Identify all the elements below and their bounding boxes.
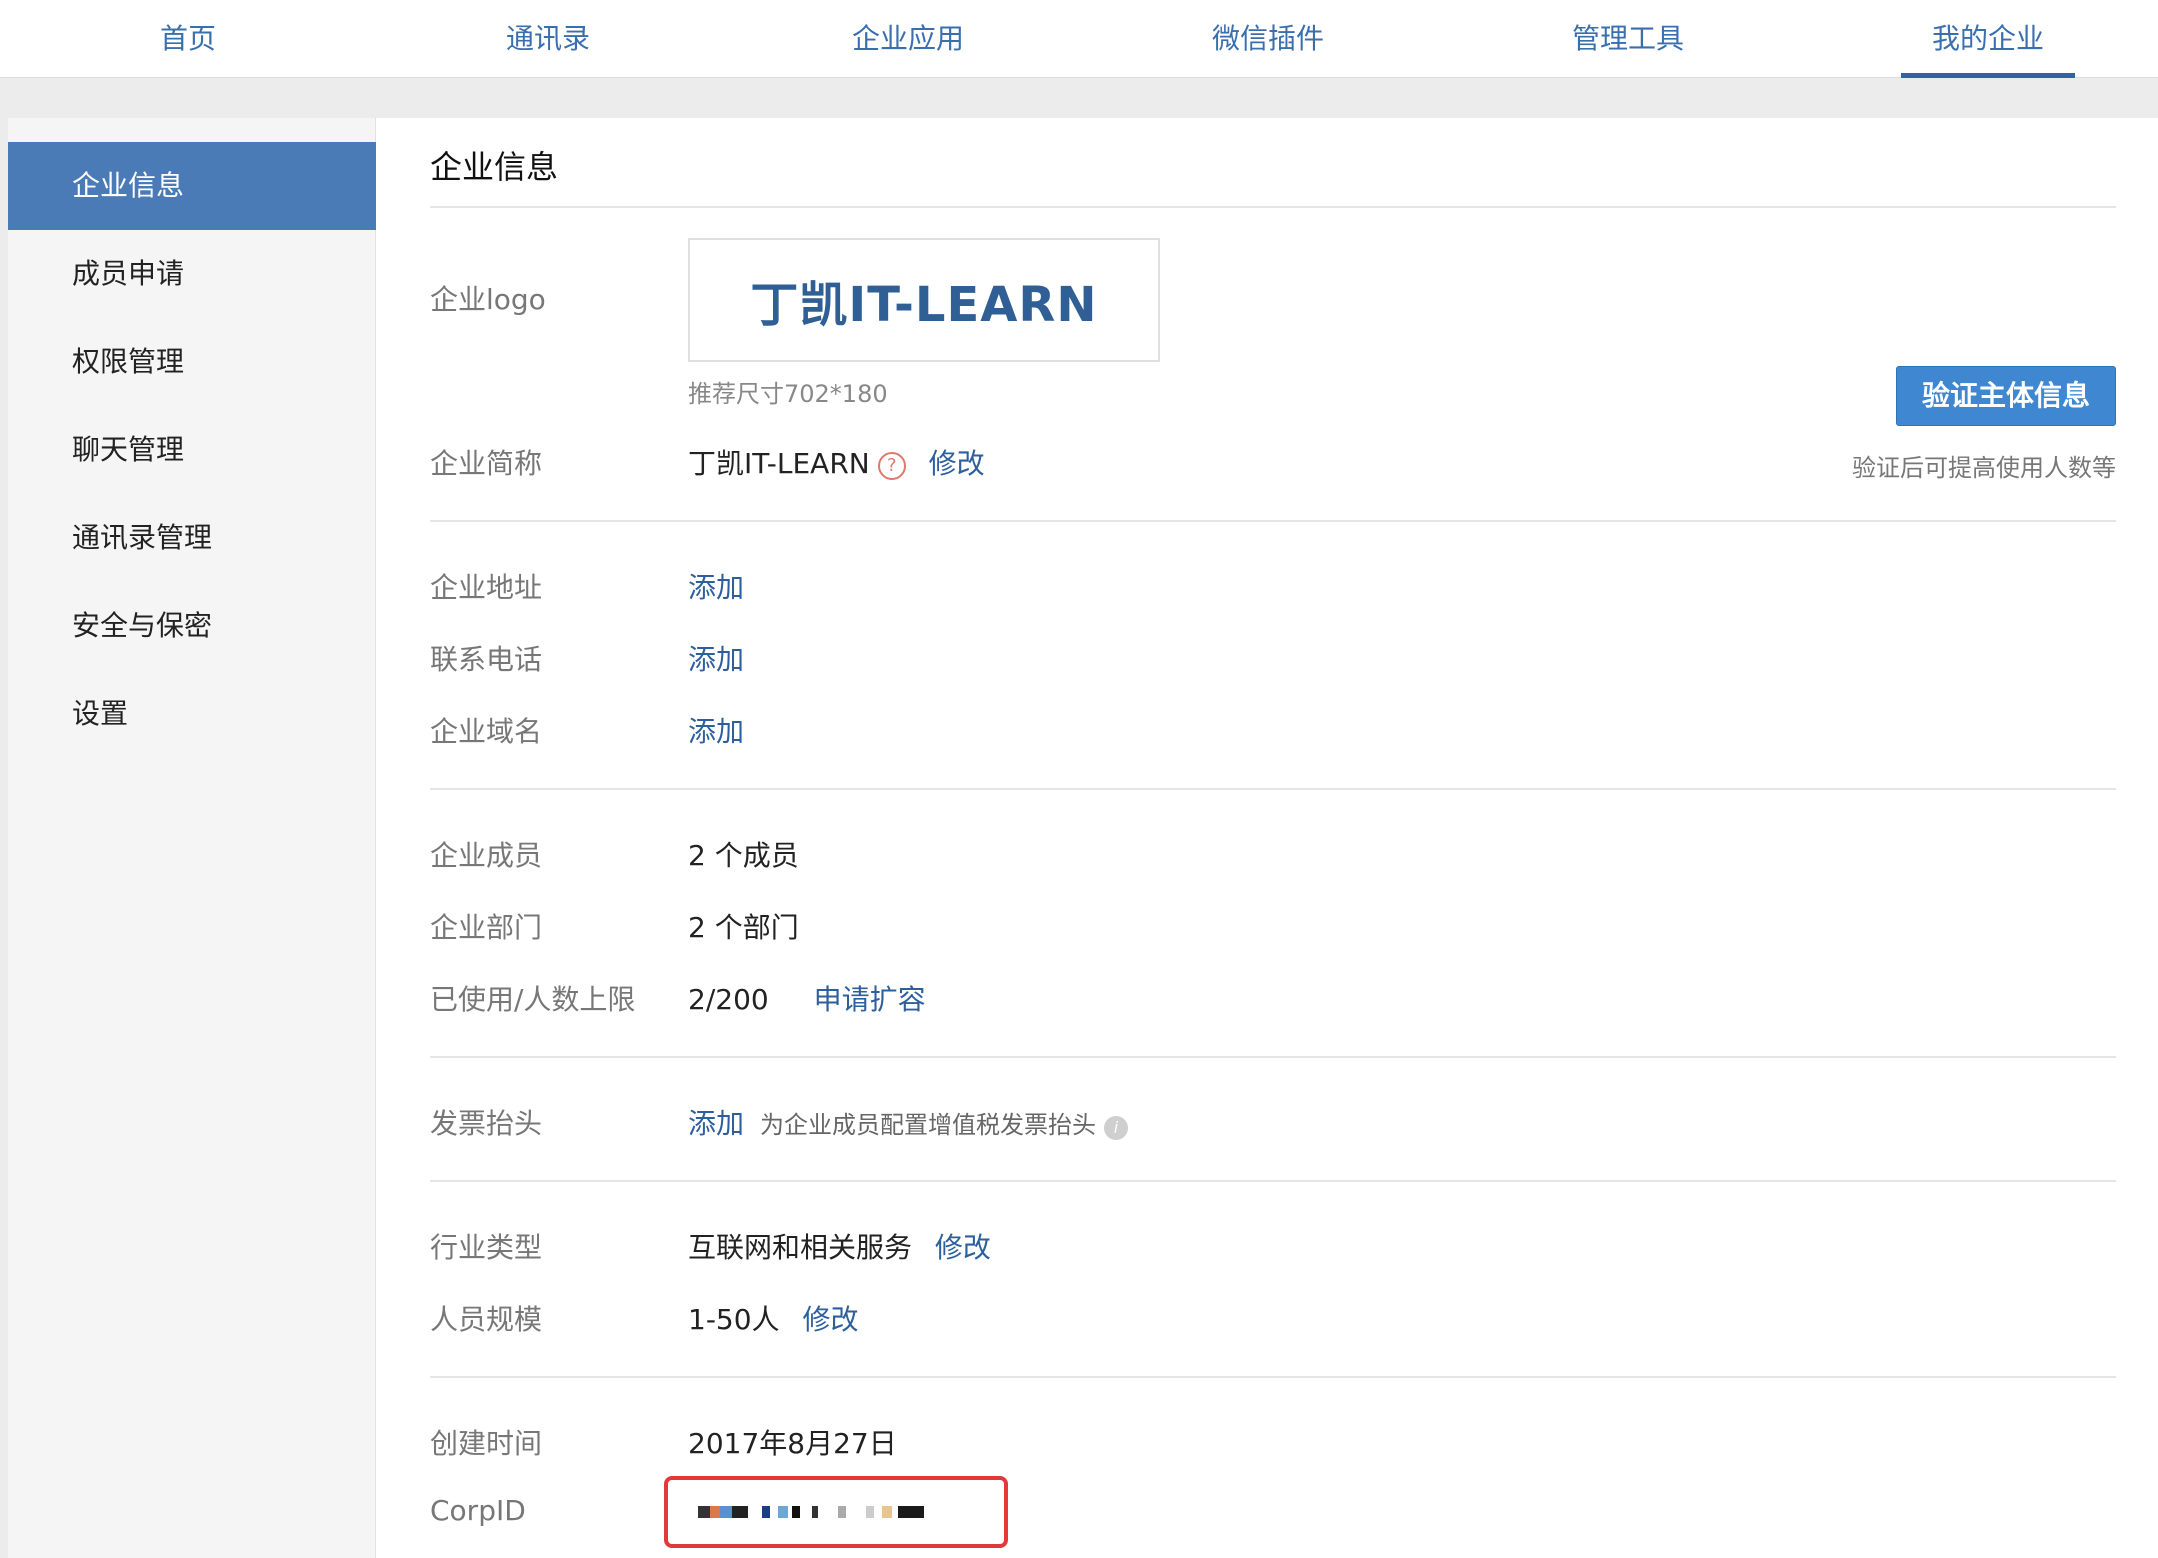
- sidebar-item-security[interactable]: 安全与保密: [8, 582, 376, 670]
- invoice-label: 发票抬头: [430, 1107, 543, 1140]
- scale-value: 1-50人: [688, 1303, 780, 1336]
- members-label: 企业成员: [430, 839, 543, 872]
- top-navigation: 首页 通讯录 企业应用 微信插件 管理工具 我的企业: [0, 0, 2158, 78]
- created-value: 2017年8月27日: [688, 1427, 897, 1460]
- edit-scale-link[interactable]: 修改: [802, 1303, 858, 1336]
- divider: [430, 1376, 2116, 1378]
- limit-row: 2/200 申请扩容: [688, 978, 926, 1018]
- sidebar-item-permissions[interactable]: 权限管理: [8, 318, 376, 406]
- page-title: 企业信息: [430, 148, 559, 186]
- scale-row: 1-50人 修改: [688, 1298, 858, 1338]
- logo-size-hint: 推荐尺寸702*180: [688, 380, 888, 408]
- scale-label: 人员规模: [430, 1303, 543, 1336]
- industry-row: 互联网和相关服务 修改: [688, 1226, 991, 1266]
- nav-home[interactable]: 首页: [88, 0, 288, 78]
- help-icon[interactable]: ?: [877, 452, 906, 480]
- divider: [430, 1180, 2116, 1182]
- logo-label: 企业logo: [430, 283, 546, 316]
- sidebar-item-chat-management[interactable]: 聊天管理: [8, 406, 376, 494]
- corpid-highlight-box: [664, 1476, 1008, 1548]
- nav-wechat-plugin[interactable]: 微信插件: [1168, 0, 1368, 78]
- sidebar: 企业信息 成员申请 权限管理 聊天管理 通讯录管理 安全与保密 设置: [8, 118, 376, 1558]
- short-name-value: 丁凯IT-LEARN: [688, 447, 870, 480]
- corpid-redacted-value: [698, 1506, 978, 1524]
- divider: [430, 788, 2116, 790]
- phone-label: 联系电话: [430, 643, 543, 676]
- invoice-description: 为企业成员配置增值税发票抬头: [760, 1111, 1097, 1139]
- verify-tip: 验证后可提高使用人数等: [1852, 454, 2116, 482]
- departments-value: 2 个部门: [688, 911, 799, 944]
- add-phone-link[interactable]: 添加: [688, 638, 744, 678]
- nav-enterprise-apps[interactable]: 企业应用: [808, 0, 1008, 78]
- address-label: 企业地址: [430, 571, 543, 604]
- info-icon[interactable]: i: [1104, 1116, 1129, 1140]
- logo-text: 丁凯IT-LEARN: [750, 277, 1098, 333]
- members-value: 2 个成员: [688, 839, 799, 872]
- verify-entity-button[interactable]: 验证主体信息: [1896, 366, 2116, 426]
- divider: [430, 520, 2116, 522]
- domain-label: 企业域名: [430, 715, 543, 748]
- add-invoice-link[interactable]: 添加: [688, 1107, 744, 1140]
- main-content: 企业信息 企业logo 丁凯IT-LEARN 推荐尺寸702*180 验证主体信…: [430, 118, 2116, 1558]
- edit-short-name-link[interactable]: 修改: [929, 447, 985, 480]
- logo-image[interactable]: 丁凯IT-LEARN: [688, 238, 1160, 362]
- limit-value: 2/200: [688, 983, 769, 1016]
- add-domain-link[interactable]: 添加: [688, 710, 744, 750]
- divider: [430, 1056, 2116, 1058]
- nav-management-tools[interactable]: 管理工具: [1528, 0, 1728, 78]
- sidebar-item-member-requests[interactable]: 成员申请: [8, 230, 376, 318]
- sidebar-item-settings[interactable]: 设置: [8, 670, 376, 758]
- created-label: 创建时间: [430, 1427, 543, 1460]
- industry-label: 行业类型: [430, 1231, 543, 1264]
- departments-label: 企业部门: [430, 911, 543, 944]
- industry-value: 互联网和相关服务: [688, 1231, 913, 1264]
- short-name-row: 丁凯IT-LEARN? 修改: [688, 442, 985, 482]
- add-address-link[interactable]: 添加: [688, 566, 744, 606]
- nav-contacts[interactable]: 通讯录: [448, 0, 648, 78]
- apply-expansion-link[interactable]: 申请扩容: [814, 983, 926, 1016]
- nav-my-enterprise[interactable]: 我的企业: [1888, 0, 2088, 78]
- edit-industry-link[interactable]: 修改: [935, 1231, 991, 1264]
- sidebar-item-contacts-management[interactable]: 通讯录管理: [8, 494, 376, 582]
- limit-label: 已使用/人数上限: [430, 983, 636, 1016]
- divider: [430, 206, 2116, 208]
- content-container: 企业信息 成员申请 权限管理 聊天管理 通讯录管理 安全与保密 设置 企业信息 …: [8, 118, 2158, 1558]
- invoice-row: 添加 为企业成员配置增值税发票抬头 i: [688, 1102, 1129, 1142]
- corpid-label: CorpID: [430, 1494, 526, 1527]
- short-name-label: 企业简称: [430, 447, 543, 480]
- sidebar-item-enterprise-info[interactable]: 企业信息: [8, 142, 376, 230]
